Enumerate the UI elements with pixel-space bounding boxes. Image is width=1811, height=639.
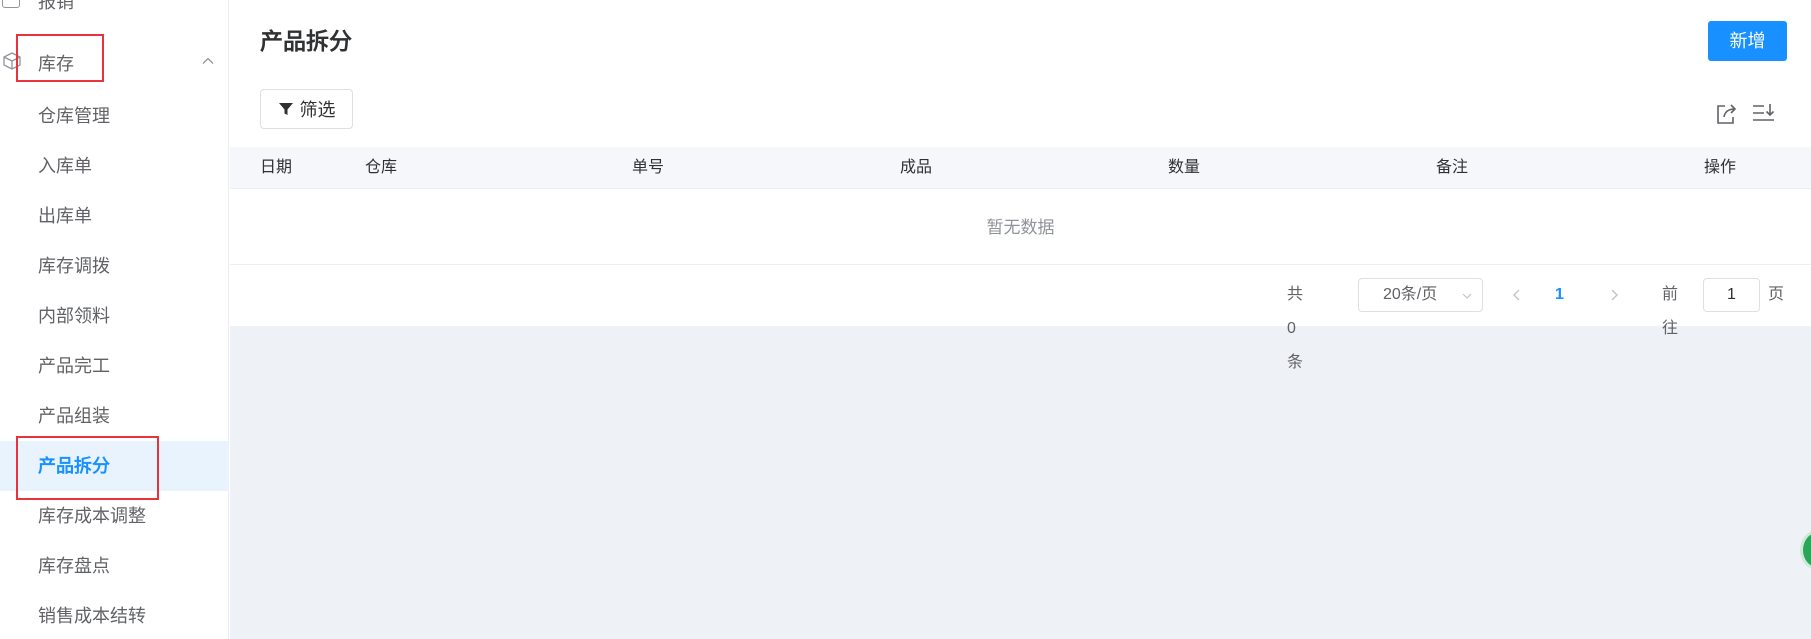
filter-icon xyxy=(278,103,293,115)
total-count: 共 0 条 xyxy=(1287,286,1304,371)
add-button[interactable]: 新增 xyxy=(1708,21,1787,61)
column-header-warehouse[interactable]: 仓库 xyxy=(365,147,397,189)
page-title: 产品拆分 xyxy=(260,28,352,54)
sidebar-menu: 仓库管理 入库单 出库单 库存调拨 内部领料 产品完工 产品组装 产品拆分 库存… xyxy=(0,91,229,639)
content-card: 产品拆分 新增 筛选 日期 仓库 单号 成品 数量 备注 操作 暂无数据 共 0… xyxy=(230,0,1811,371)
box-icon xyxy=(3,52,21,70)
sidebar-item-label: 报销 xyxy=(38,0,74,12)
sidebar-item-internal-requisition[interactable]: 内部领料 xyxy=(0,291,229,341)
main-area: 产品拆分 新增 筛选 日期 仓库 单号 成品 数量 备注 操作 暂无数据 共 0… xyxy=(230,0,1811,639)
column-header-finished-product[interactable]: 成品 xyxy=(900,147,932,189)
chevron-left-icon[interactable] xyxy=(1510,288,1524,302)
page-number-current[interactable]: 1 xyxy=(1555,278,1564,312)
sidebar-item-reimburse[interactable]: 报销 xyxy=(0,0,120,12)
sidebar-item-outbound-order[interactable]: 出库单 xyxy=(0,191,229,241)
filter-button[interactable]: 筛选 xyxy=(260,89,353,129)
goto-label: 前往 xyxy=(1662,286,1679,337)
document-icon xyxy=(2,0,20,8)
sidebar-group-label: 库存 xyxy=(38,54,74,74)
sidebar-group-inventory[interactable]: 库存 xyxy=(0,38,229,82)
column-header-quantity[interactable]: 数量 xyxy=(1168,147,1200,189)
filter-button-label: 筛选 xyxy=(299,100,336,120)
sidebar-item-sales-cost-carryover[interactable]: 销售成本结转 xyxy=(0,591,229,639)
chevron-down-icon xyxy=(1462,293,1472,299)
sidebar-item-inbound-order[interactable]: 入库单 xyxy=(0,141,229,191)
sidebar-item-warehouse-management[interactable]: 仓库管理 xyxy=(0,91,229,141)
sidebar-item-stock-transfer[interactable]: 库存调拨 xyxy=(0,241,229,291)
goto-unit-label: 页 xyxy=(1768,286,1785,303)
column-header-order-number[interactable]: 单号 xyxy=(632,147,664,189)
column-header-date[interactable]: 日期 xyxy=(260,147,292,189)
export-icon[interactable] xyxy=(1713,100,1741,128)
sidebar-item-product-completion[interactable]: 产品完工 xyxy=(0,341,229,391)
sidebar-item-product-assembly[interactable]: 产品组装 xyxy=(0,391,229,441)
column-settings-icon[interactable] xyxy=(1750,100,1778,128)
chevron-up-icon xyxy=(202,57,214,64)
empty-state: 暂无数据 xyxy=(230,190,1811,265)
sidebar-item-product-disassembly[interactable]: 产品拆分 xyxy=(0,441,229,491)
page-size-select[interactable]: 20条/页 xyxy=(1358,278,1483,312)
sidebar-item-cost-adjustment[interactable]: 库存成本调整 xyxy=(0,491,229,541)
chevron-right-icon[interactable] xyxy=(1607,288,1621,302)
column-header-remark[interactable]: 备注 xyxy=(1436,147,1468,189)
page-size-value: 20条/页 xyxy=(1383,286,1438,303)
goto-page-input[interactable] xyxy=(1703,278,1760,312)
column-header-actions: 操作 xyxy=(1704,159,1737,176)
table-header: 日期 仓库 单号 成品 数量 备注 操作 xyxy=(230,147,1811,189)
sidebar-item-stocktaking[interactable]: 库存盘点 xyxy=(0,541,229,591)
sidebar: 报销 库存 仓库管理 入库单 出库单 库存调拨 内部领料 产品完工 产品组装 产… xyxy=(0,0,229,639)
